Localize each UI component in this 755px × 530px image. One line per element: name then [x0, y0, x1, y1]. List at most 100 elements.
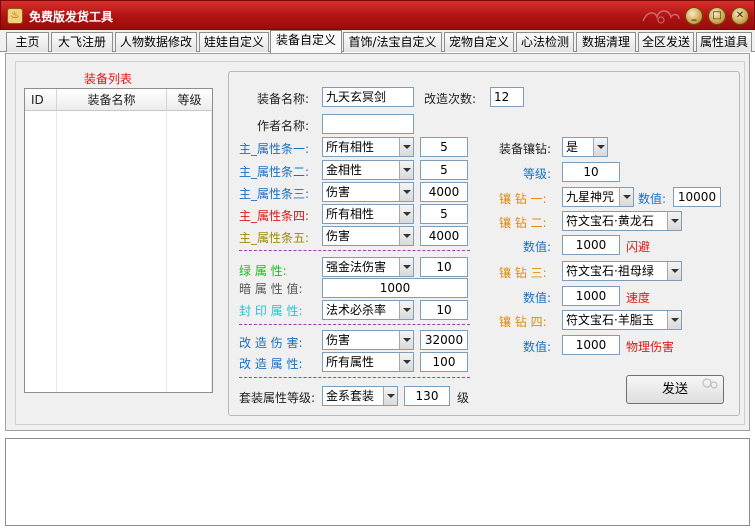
- author-label: 作者名称:: [257, 119, 310, 133]
- seal-attr-label: 封 印 属 性:: [239, 304, 303, 318]
- main-attr-1-select[interactable]: 所有相性: [322, 137, 414, 157]
- tab-attribute-items[interactable]: 属性道具: [696, 32, 752, 52]
- dropdown-arrow-icon[interactable]: [399, 138, 413, 156]
- dropdown-arrow-icon[interactable]: [667, 311, 681, 329]
- gem-4-value[interactable]: 1000: [562, 335, 620, 355]
- gem-3-value[interactable]: 1000: [562, 286, 620, 306]
- gem-4-effect: 物理伤害: [626, 340, 675, 354]
- dropdown-arrow-icon[interactable]: [399, 183, 413, 201]
- dark-attr-label: 暗 属 性 值:: [239, 282, 303, 296]
- tab-character-data[interactable]: 人物数据修改: [115, 32, 197, 52]
- section-divider: [239, 377, 470, 378]
- maximize-button[interactable]: □: [708, 7, 726, 25]
- equip-name-input[interactable]: 九天玄冥剑: [322, 87, 414, 107]
- column-equip-name[interactable]: 装备名称: [57, 89, 167, 111]
- main-attr-4-label: 主_属性条四:: [239, 209, 310, 223]
- suit-select[interactable]: 金系套装: [322, 386, 398, 406]
- modify-attr-value[interactable]: 100: [420, 352, 468, 372]
- dropdown-arrow-icon[interactable]: [399, 258, 413, 276]
- inlay-level-value[interactable]: 10: [562, 162, 620, 182]
- section-divider: [239, 250, 470, 251]
- tab-doll-custom[interactable]: 娃娃自定义: [199, 32, 269, 52]
- author-input[interactable]: [322, 114, 414, 134]
- gem-4-label: 镶 钻 四:: [499, 315, 547, 329]
- tab-equipment-custom[interactable]: 装备自定义: [270, 30, 342, 53]
- main-attr-2-select-value: 金相性: [326, 163, 363, 177]
- gem-1-label: 镶 钻 一:: [499, 192, 547, 206]
- main-attr-5-select[interactable]: 伤害: [322, 226, 414, 246]
- cloud-ornament-icon: [642, 10, 680, 24]
- suit-select-value: 金系套装: [326, 389, 375, 403]
- gem-1-value[interactable]: 10000: [673, 187, 721, 207]
- modify-damage-value[interactable]: 32000: [420, 330, 468, 350]
- green-attr-select[interactable]: 强金法伤害: [322, 257, 414, 277]
- dropdown-arrow-icon[interactable]: [399, 353, 413, 371]
- cloud-ornament-icon: [702, 378, 718, 389]
- gem-2-value[interactable]: 1000: [562, 235, 620, 255]
- list-grid-lines: [56, 111, 212, 392]
- gem-2-value-label: 数值:: [523, 240, 552, 254]
- gem-2-effect: 闪避: [626, 240, 651, 254]
- dropdown-arrow-icon[interactable]: [619, 188, 633, 206]
- seal-attr-select[interactable]: 法术必杀率: [322, 300, 414, 320]
- dropdown-arrow-icon[interactable]: [399, 331, 413, 349]
- main-attr-2-value[interactable]: 5: [420, 160, 468, 180]
- gem-4-select[interactable]: 符文宝石·羊脂玉: [562, 310, 682, 330]
- gem-2-select-value: 符文宝石·黄龙石: [566, 214, 654, 228]
- main-attr-5-select-value: 伤害: [326, 229, 351, 243]
- dropdown-arrow-icon[interactable]: [383, 387, 397, 405]
- modify-damage-select[interactable]: 伤害: [322, 330, 414, 350]
- tab-register[interactable]: 大飞注册: [51, 32, 113, 52]
- tab-data-clean[interactable]: 数据清理: [576, 32, 636, 52]
- gem-2-select[interactable]: 符文宝石·黄龙石: [562, 211, 682, 231]
- equip-list-header: ID 装备名称 等级: [25, 89, 212, 111]
- dropdown-arrow-icon[interactable]: [667, 212, 681, 230]
- gem-1-value-label: 数值:: [638, 192, 667, 206]
- column-id[interactable]: ID: [25, 89, 57, 111]
- modify-attr-select[interactable]: 所有属性: [322, 352, 414, 372]
- main-attr-2-label: 主_属性条二:: [239, 165, 310, 179]
- green-attr-select-value: 强金法伤害: [326, 260, 387, 274]
- tab-skill-check[interactable]: 心法检测: [516, 32, 574, 52]
- gem-1-select[interactable]: 九星神咒: [562, 187, 634, 207]
- tab-pet-custom[interactable]: 宠物自定义: [444, 32, 514, 52]
- dropdown-arrow-icon[interactable]: [399, 161, 413, 179]
- close-button[interactable]: ✕: [731, 7, 749, 25]
- dropdown-arrow-icon[interactable]: [399, 205, 413, 223]
- main-attr-3-select[interactable]: 伤害: [322, 182, 414, 202]
- dropdown-arrow-icon[interactable]: [593, 138, 607, 156]
- tab-jewelry-custom[interactable]: 首饰/法宝自定义: [343, 32, 442, 52]
- dark-attr-value[interactable]: 1000: [322, 278, 468, 298]
- seal-attr-value[interactable]: 10: [420, 300, 468, 320]
- send-button[interactable]: 发送: [626, 375, 724, 404]
- inlay-select[interactable]: 是: [562, 137, 608, 157]
- equip-list[interactable]: ID 装备名称 等级: [24, 88, 213, 393]
- main-attr-2-select[interactable]: 金相性: [322, 160, 414, 180]
- suit-level-value[interactable]: 130: [404, 386, 450, 406]
- main-attr-3-value[interactable]: 4000: [420, 182, 468, 202]
- dropdown-arrow-icon[interactable]: [667, 262, 681, 280]
- gem-2-label: 镶 钻 二:: [499, 216, 547, 230]
- dropdown-arrow-icon[interactable]: [399, 301, 413, 319]
- main-attr-5-value[interactable]: 4000: [420, 226, 468, 246]
- log-output-area[interactable]: [5, 438, 750, 526]
- gem-4-select-value: 符文宝石·羊脂玉: [566, 313, 654, 327]
- main-attr-1-value[interactable]: 5: [420, 137, 468, 157]
- main-attr-4-select[interactable]: 所有相性: [322, 204, 414, 224]
- gem-3-select[interactable]: 符文宝石·祖母绿: [562, 261, 682, 281]
- modify-count-label: 改造次数:: [424, 92, 477, 106]
- send-button-label: 发送: [661, 382, 688, 397]
- green-attr-value[interactable]: 10: [420, 257, 468, 277]
- tab-broadcast[interactable]: 全区发送: [638, 32, 694, 52]
- equip-list-title: 装备列表: [84, 72, 133, 86]
- dropdown-arrow-icon[interactable]: [399, 227, 413, 245]
- main-attr-4-value[interactable]: 5: [420, 204, 468, 224]
- green-attr-label: 绿 属 性:: [239, 264, 287, 278]
- modify-count-input[interactable]: 12: [490, 87, 524, 107]
- modify-damage-label: 改 造 伤 害:: [239, 336, 303, 350]
- column-level[interactable]: 等级: [167, 89, 212, 111]
- gem-3-select-value: 符文宝石·祖母绿: [566, 264, 654, 278]
- main-attr-1-select-value: 所有相性: [326, 140, 375, 154]
- tab-home[interactable]: 主页: [6, 32, 49, 52]
- minimize-button[interactable]: _: [685, 7, 703, 25]
